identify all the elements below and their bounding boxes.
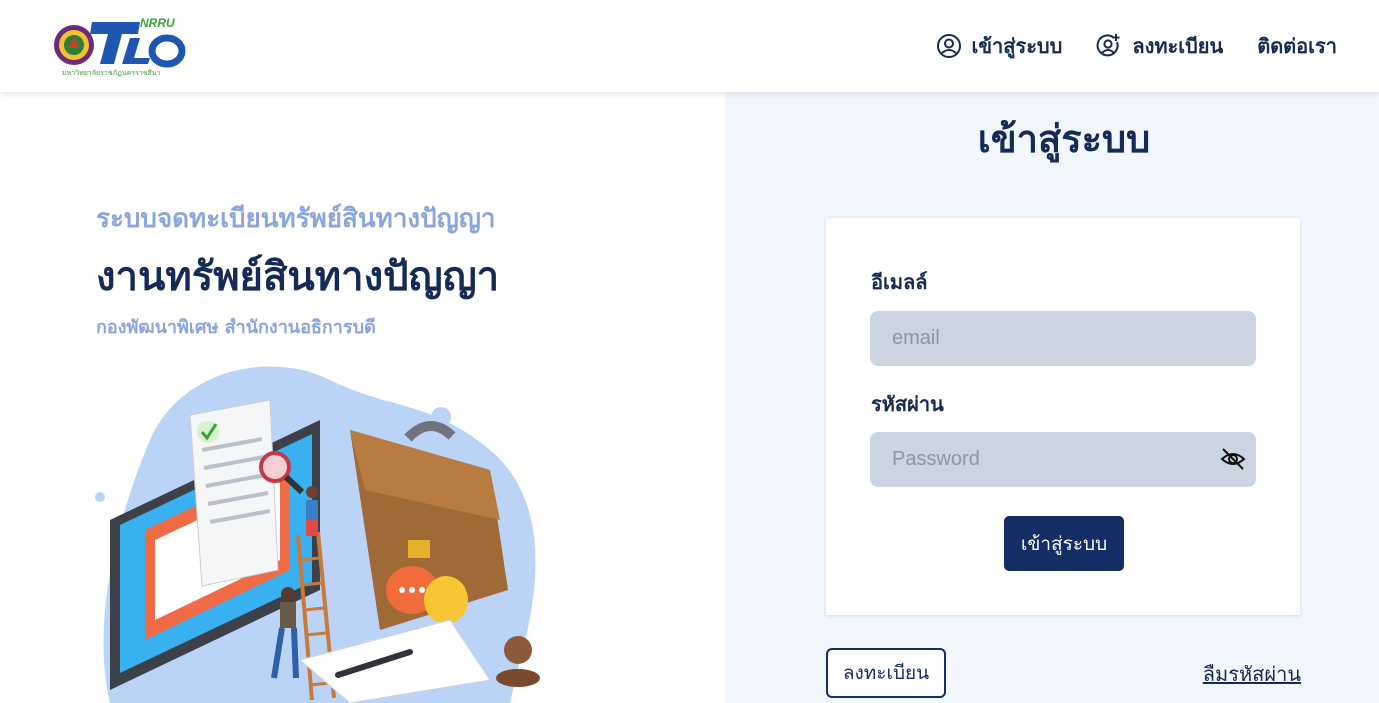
nav-contact-label: ติดต่อเรา [1257, 34, 1337, 58]
main-nav: เข้าสู่ระบบ ลงทะเบียน ติดต่อเรา [936, 30, 1337, 62]
email-input[interactable] [870, 311, 1256, 366]
tlo-nrru-logo[interactable]: NRRU มหาวิทยาลัยราชภัฏนครราชสีมา [52, 12, 192, 80]
password-input[interactable] [870, 432, 1256, 487]
email-label: อีเมลล์ [871, 270, 928, 294]
login-heading: เข้าสู่ระบบ [977, 117, 1151, 161]
password-label: รหัสผ่าน [871, 392, 944, 416]
nav-login-label: เข้าสู่ระบบ [971, 34, 1063, 58]
login-card: อีเมลล์ รหัสผ่าน เข้าสู่ระบบ [826, 218, 1300, 615]
hero-department: กองพัฒนาพิเศษ สำนักงานอธิการบดี [96, 317, 376, 338]
forgot-password-link[interactable]: ลืมรหัสผ่าน [1203, 658, 1301, 690]
user-circle-icon [936, 34, 961, 58]
nav-contact-link[interactable]: ติดต่อเรา [1257, 30, 1337, 62]
eye-slash-icon[interactable] [1220, 446, 1246, 472]
hero-subtitle: ระบบจดทะเบียนทรัพย์สินทางปัญญา [96, 204, 496, 234]
nav-register-link[interactable]: ลงทะเบียน [1096, 30, 1223, 62]
nav-register-label: ลงทะเบียน [1132, 34, 1224, 58]
svg-text:NRRU: NRRU [140, 16, 175, 30]
register-button[interactable]: ลงทะเบียน [826, 648, 946, 698]
logo-caption: มหาวิทยาลัยราชภัฏนครราชสีมา [62, 69, 160, 77]
top-navbar: NRRU มหาวิทยาลัยราชภัฏนครราชสีมา เข้าสู่… [0, 0, 1379, 92]
intellectual-property-illustration [95, 366, 540, 703]
login-submit-button[interactable]: เข้าสู่ระบบ [1004, 516, 1124, 571]
user-plus-icon [1096, 34, 1120, 57]
hero-title: งานทรัพย์สินทางปัญญา [96, 254, 500, 300]
hero-panel: ระบบจดทะเบียนทรัพย์สินทางปัญญา งานทรัพย์… [0, 92, 725, 703]
login-panel: เข้าสู่ระบบ อีเมลล์ รหัสผ่าน เข้าสู่ระบบ… [725, 92, 1379, 703]
nav-login-link[interactable]: เข้าสู่ระบบ [936, 30, 1063, 62]
